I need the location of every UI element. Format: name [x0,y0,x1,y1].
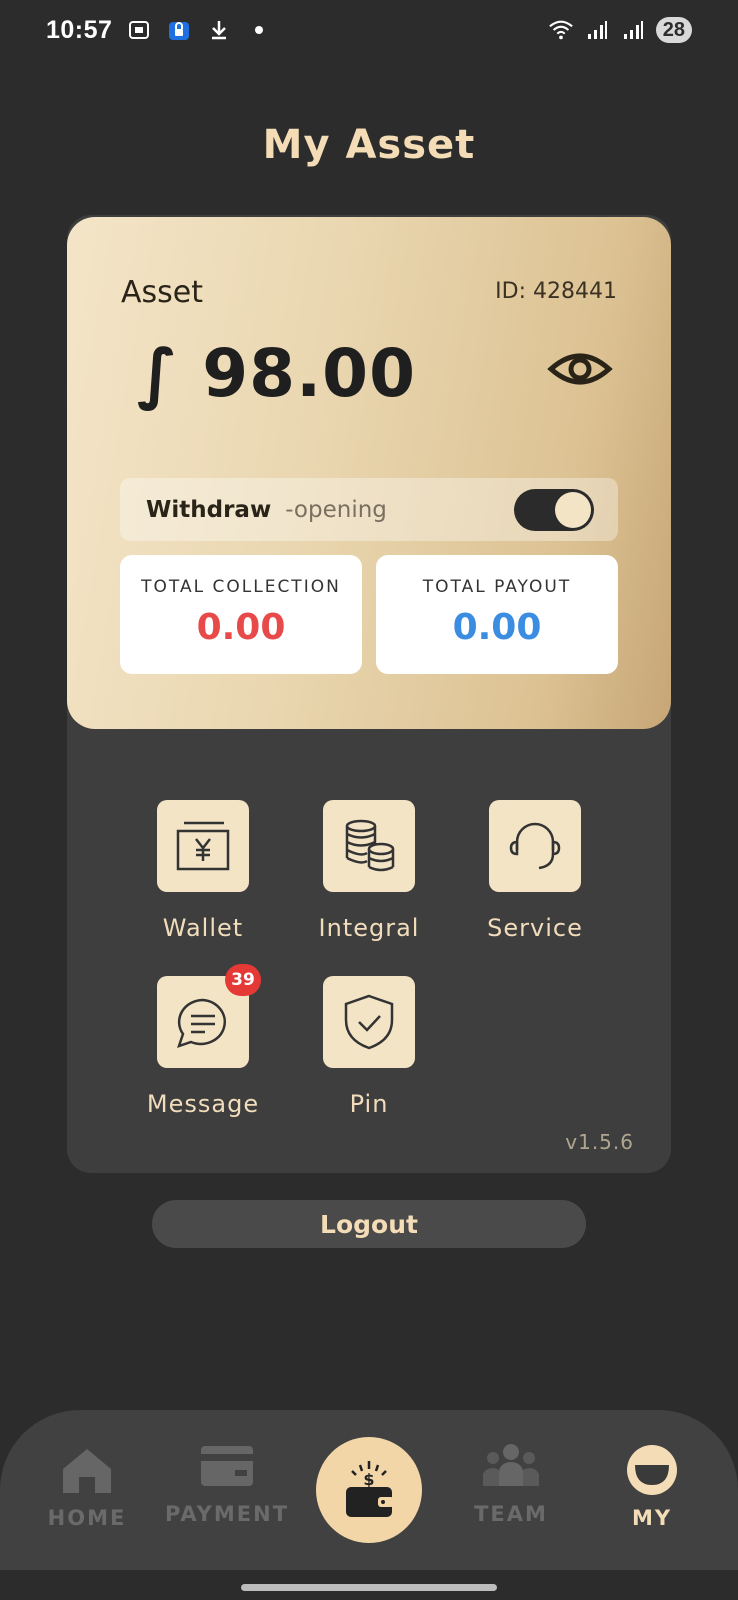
menu-item-wallet[interactable]: Wallet [128,800,278,942]
battery-indicator: 28 [655,17,692,43]
toggle-knob [555,492,591,528]
logout-button[interactable]: Logout [152,1200,586,1248]
total-collection-value: 0.00 [196,607,286,648]
message-badge: 39 [225,964,261,996]
withdraw-row: Withdraw -opening [120,478,618,541]
message-tile: 39 [157,964,261,1068]
total-collection-label: TOTAL COLLECTION [141,577,341,597]
withdraw-label: Withdraw [146,496,272,523]
menu-item-service[interactable]: Service [460,800,610,942]
card-icon [162,1438,292,1494]
page-title: My Asset [262,122,476,168]
dot-icon [246,17,272,43]
withdraw-status: -opening [285,496,387,523]
lock-bag-icon [166,17,192,43]
withdraw-toggle[interactable] [514,489,594,531]
service-tile [489,800,581,892]
total-collection-box: TOTAL COLLECTION 0.00 [120,555,362,674]
nav-item-team[interactable]: TEAM [446,1438,576,1526]
nav-label-team: TEAM [474,1502,548,1526]
headset-icon [509,822,561,870]
nav-label-my: MY [631,1506,673,1530]
wallet-money-icon: $ [346,1461,394,1517]
app-version: v1.5.6 [565,1130,634,1154]
integral-tile [323,800,415,892]
signal-icon [584,17,610,43]
home-indicator[interactable] [241,1584,497,1591]
nav-item-my[interactable]: MY [587,1442,717,1530]
status-left: 10:57 [46,16,272,45]
status-time: 10:57 [46,15,113,44]
asset-card: Asset ID: 428441 ∫ 98.00 Withdraw -openi… [67,217,671,729]
pin-tile [323,976,415,1068]
menu-label-service: Service [487,914,583,942]
total-payout-label: TOTAL PAYOUT [422,577,572,597]
total-payout-box: TOTAL PAYOUT 0.00 [376,555,618,674]
menu-label-message: Message [146,1090,260,1118]
nav-item-payment[interactable]: PAYMENT [162,1438,292,1526]
screenshot-icon [126,17,152,43]
home-icon [22,1442,152,1498]
menu-label-integral: Integral [318,914,420,942]
download-icon [206,17,232,43]
status-right: 28 [548,17,692,43]
asset-label: Asset [121,275,204,310]
wallet-yen-icon [176,821,230,871]
profile-icon [587,1442,717,1498]
wallet-tile [157,800,249,892]
nav-label-payment: PAYMENT [164,1502,290,1526]
signal-icon-2 [620,17,646,43]
menu-label-pin: Pin [349,1090,389,1118]
wifi-icon [548,17,574,43]
menu-item-message[interactable]: 39 Message [128,964,278,1118]
nav-item-home[interactable]: HOME [22,1442,152,1530]
svg-text:$: $ [363,1470,374,1489]
status-bar: 10:57 28 [0,0,738,60]
shield-check-icon [344,994,394,1050]
menu-item-pin[interactable]: Pin [294,976,444,1118]
coins-icon [345,819,395,872]
asset-amount: ∫ 98.00 [137,335,416,412]
center-wallet-button[interactable]: $ [316,1437,422,1543]
menu-item-integral[interactable]: Integral [294,800,444,942]
user-id: ID: 428441 [495,279,617,304]
chat-icon [177,998,227,1048]
eye-icon[interactable] [547,347,613,391]
nav-label-home: HOME [47,1506,127,1530]
team-icon [446,1438,576,1494]
menu-label-wallet: Wallet [162,914,244,942]
total-payout-value: 0.00 [452,607,542,648]
